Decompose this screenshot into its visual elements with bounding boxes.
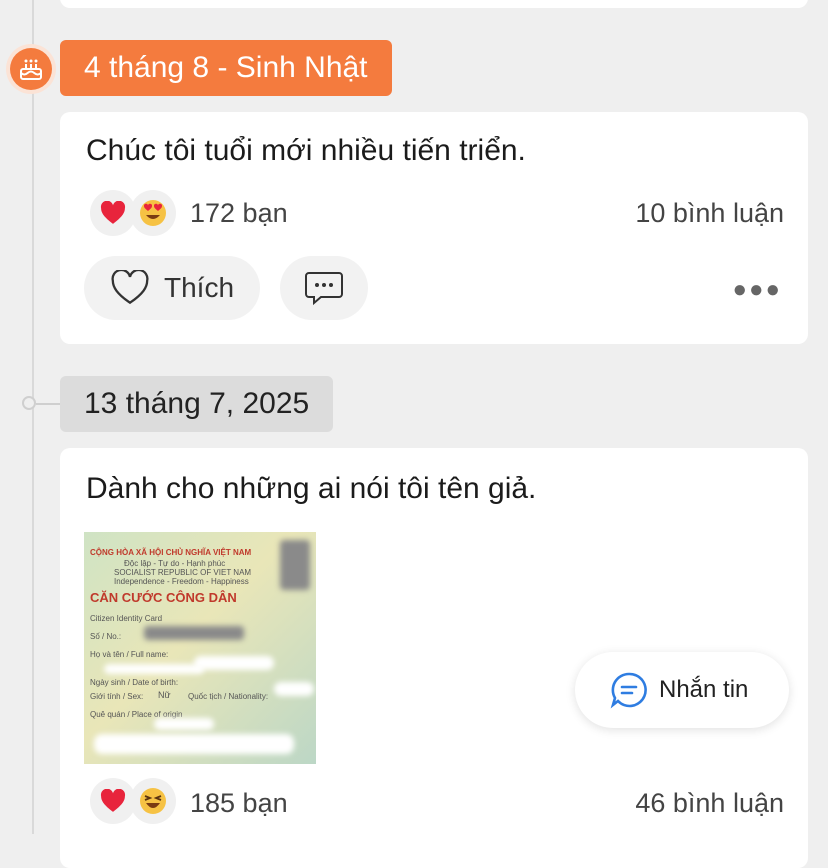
previous-post-card	[60, 0, 808, 8]
redaction	[144, 626, 244, 640]
id-card-line: Giới tính / Sex:	[90, 692, 144, 701]
id-card-line: Nữ	[158, 690, 171, 700]
id-card-line: SOCIALIST REPUBLIC OF VIET NAM	[114, 568, 252, 577]
heart-eyes-reaction-icon	[140, 200, 166, 226]
heart-reaction-icon	[100, 789, 126, 812]
comment-count[interactable]: 46 bình luận	[635, 788, 784, 819]
redaction	[274, 682, 314, 696]
id-card-line: Họ và tên / Full name:	[90, 650, 169, 659]
message-button[interactable]: Nhắn tin	[575, 652, 789, 728]
post-text: Chúc tôi tuổi mới nhiều tiến triển.	[86, 134, 526, 167]
id-card-line: Số / No.:	[90, 632, 122, 641]
id-card-line: Independence - Freedom - Happiness	[114, 577, 249, 586]
id-card-line: Citizen Identity Card	[90, 614, 163, 623]
post-text: Dành cho những ai nói tôi tên giả.	[86, 472, 537, 505]
reaction-icons[interactable]	[90, 778, 176, 824]
redaction	[104, 664, 204, 674]
id-card-line: Quốc tịch / Nationality:	[188, 692, 269, 701]
redaction	[94, 734, 294, 754]
reaction-count[interactable]: 172 bạn	[190, 198, 288, 229]
id-card-image[interactable]: CỘNG HÒA XÃ HỘI CHỦ NGHĨA VIỆT NAM Độc l…	[84, 532, 316, 764]
id-card-title: CĂN CƯỚC CÔNG DÂN	[90, 590, 237, 605]
comment-button[interactable]	[280, 256, 368, 320]
timeline-node	[22, 396, 60, 410]
reaction-count[interactable]: 185 bạn	[190, 788, 288, 819]
id-card-line: CỘNG HÒA XÃ HỘI CHỦ NGHĨA VIỆT NAM	[90, 548, 252, 557]
message-button-label: Nhắn tin	[659, 676, 749, 703]
redaction	[280, 540, 310, 590]
like-label: Thích	[164, 272, 235, 303]
like-button[interactable]: Thích	[84, 256, 260, 320]
birthday-cake-icon	[20, 59, 42, 80]
timeline-line	[32, 0, 34, 834]
heart-reaction-icon	[100, 201, 126, 224]
birthday-node	[6, 44, 56, 94]
heart-outline-icon	[111, 270, 149, 305]
comment-count[interactable]: 10 bình luận	[635, 198, 784, 229]
post-card: Chúc tôi tuổi mới nhiều tiến triển. 172 …	[60, 112, 808, 344]
laughing-reaction-icon	[140, 788, 166, 814]
id-card-line: Ngày sinh / Date of birth:	[90, 678, 179, 687]
comment-icon	[305, 272, 343, 306]
post-date-label: 13 tháng 7, 2025	[60, 376, 334, 432]
chat-bubble-icon	[610, 672, 647, 709]
redaction	[154, 718, 214, 730]
more-options-icon[interactable]: ●●●	[733, 276, 783, 304]
birthday-date-label: 4 tháng 8 - Sinh Nhật	[60, 40, 392, 96]
reaction-icons[interactable]	[90, 190, 176, 236]
redaction	[194, 656, 274, 670]
id-card-line: Độc lập - Tự do - Hạnh phúc	[124, 559, 226, 568]
